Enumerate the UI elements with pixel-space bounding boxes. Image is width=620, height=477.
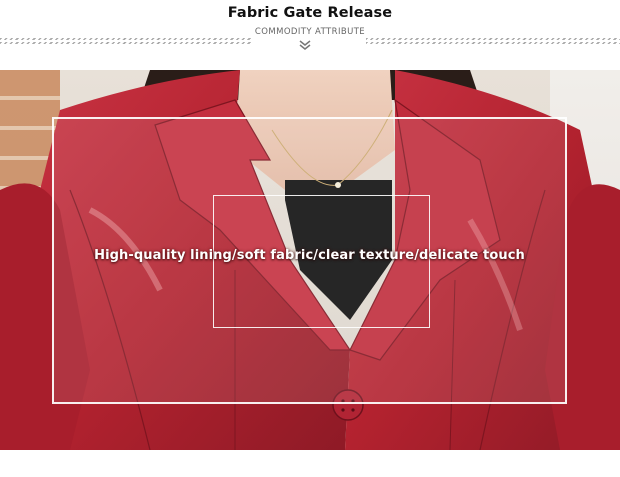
section-subtitle: COMMODITY ATTRIBUTE: [254, 27, 366, 37]
decorative-stripe-right: [366, 37, 620, 46]
section-header: Fabric Gate Release COMMODITY ATTRIBUTE: [0, 0, 620, 70]
decorative-stripe-left: [0, 37, 252, 46]
fabric-feature-caption: High-quality lining/soft fabric/clear te…: [94, 248, 525, 263]
footer-whitespace: [0, 450, 620, 477]
section-title: Fabric Gate Release: [227, 5, 393, 21]
double-chevron-down-icon: [299, 40, 311, 50]
